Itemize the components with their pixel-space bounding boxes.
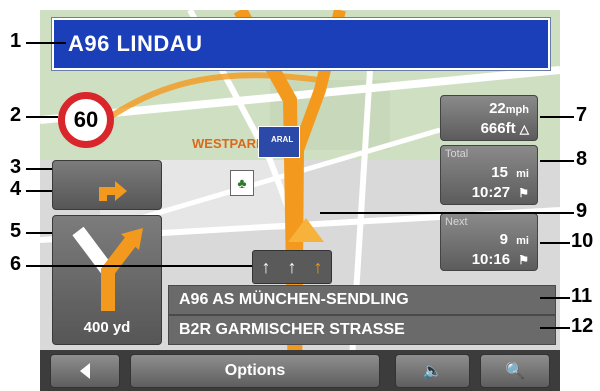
- back-arrow-icon: [80, 363, 90, 379]
- total-distance: 15: [491, 164, 508, 181]
- speed-unit: mph: [505, 104, 529, 116]
- next-distance-unit: mi: [516, 235, 529, 247]
- callout-line-1: [26, 42, 66, 44]
- total-caption: Total: [445, 148, 469, 160]
- callout-line-4: [26, 190, 52, 192]
- position-indicator-icon: [288, 218, 324, 242]
- callout-10: 10: [571, 230, 594, 252]
- turn-right-arrow-icon: [99, 181, 127, 201]
- maneuver-distance: 400 yd: [83, 319, 131, 336]
- next-arrival-time: 10:16: [471, 251, 511, 268]
- park-icon: ♣: [230, 170, 254, 196]
- poi-label: WESTPARK: [192, 136, 266, 151]
- callout-line-5: [26, 232, 52, 234]
- search-icon: 🔍: [505, 363, 525, 380]
- speed-panel[interactable]: 22mph 666ft △: [440, 95, 538, 141]
- lane-assistant: ↑ ↑ ↑: [252, 250, 332, 284]
- speed-limit-sign: 60: [58, 92, 114, 148]
- callout-line-12: [540, 327, 570, 329]
- callout-line-6: [26, 265, 252, 267]
- warning-triangle-icon: △: [519, 122, 529, 136]
- total-panel[interactable]: Total 15 mi 10:27 ⚑: [440, 145, 538, 205]
- callout-3: 3: [10, 156, 22, 178]
- road-name-sign: A96 LINDAU: [51, 17, 551, 71]
- next-caption: Next: [445, 216, 468, 228]
- next-panel[interactable]: Next 9 mi 10:16 ⚑: [440, 213, 538, 271]
- callout-line-9: [320, 212, 574, 214]
- lane-arrow-active-icon: ↑: [313, 256, 323, 277]
- back-button[interactable]: [50, 354, 120, 388]
- maneuver-panel[interactable]: 400 yd: [52, 215, 162, 345]
- lane-arrow-icon: ↑: [287, 256, 297, 277]
- callout-7: 7: [576, 104, 588, 126]
- bottom-toolbar: Options 🔈 🔍: [40, 350, 560, 391]
- total-arrival-time: 10:27: [471, 184, 511, 201]
- callout-line-8: [540, 160, 574, 162]
- total-distance-unit: mi: [516, 168, 529, 180]
- lane-arrow-icon: ↑: [261, 256, 271, 277]
- next-turn-preview[interactable]: [52, 160, 162, 210]
- current-speed: 22: [489, 100, 506, 117]
- callout-line-10: [540, 242, 570, 244]
- callout-2: 2: [10, 104, 22, 126]
- callout-line-7: [540, 116, 574, 118]
- options-label: Options: [224, 362, 286, 379]
- callout-11: 11: [571, 285, 593, 307]
- callout-line-3: [26, 168, 52, 170]
- callout-6: 6: [10, 253, 22, 275]
- next-distance: 9: [499, 231, 508, 248]
- brand-label: ARAL: [271, 135, 294, 144]
- callout-9: 9: [576, 200, 588, 222]
- next-street: B2R GARMISCHER STRASSE: [168, 315, 556, 345]
- volume-button[interactable]: 🔈: [395, 354, 470, 388]
- destination-flag-icon: ⚑: [518, 186, 529, 200]
- warning-distance: 666ft: [480, 120, 516, 137]
- fuel-station-icon: ARAL: [258, 126, 300, 158]
- speaker-icon: 🔈: [422, 363, 443, 380]
- callout-4: 4: [10, 178, 22, 200]
- callout-5: 5: [10, 220, 22, 242]
- search-button[interactable]: 🔍: [480, 354, 550, 388]
- callout-line-2: [26, 116, 58, 118]
- callout-1: 1: [10, 30, 22, 52]
- callout-line-11: [540, 297, 570, 299]
- callout-8: 8: [576, 148, 588, 170]
- current-street: A96 AS MÜNCHEN-SENDLING: [168, 285, 556, 315]
- navigation-screen: A96 LINDAU 60 WESTPARK ARAL ♣ 400 yd 22m…: [40, 10, 560, 391]
- callout-12: 12: [571, 315, 594, 337]
- waypoint-flag-icon: ⚑: [518, 253, 529, 267]
- options-button[interactable]: Options: [130, 354, 380, 388]
